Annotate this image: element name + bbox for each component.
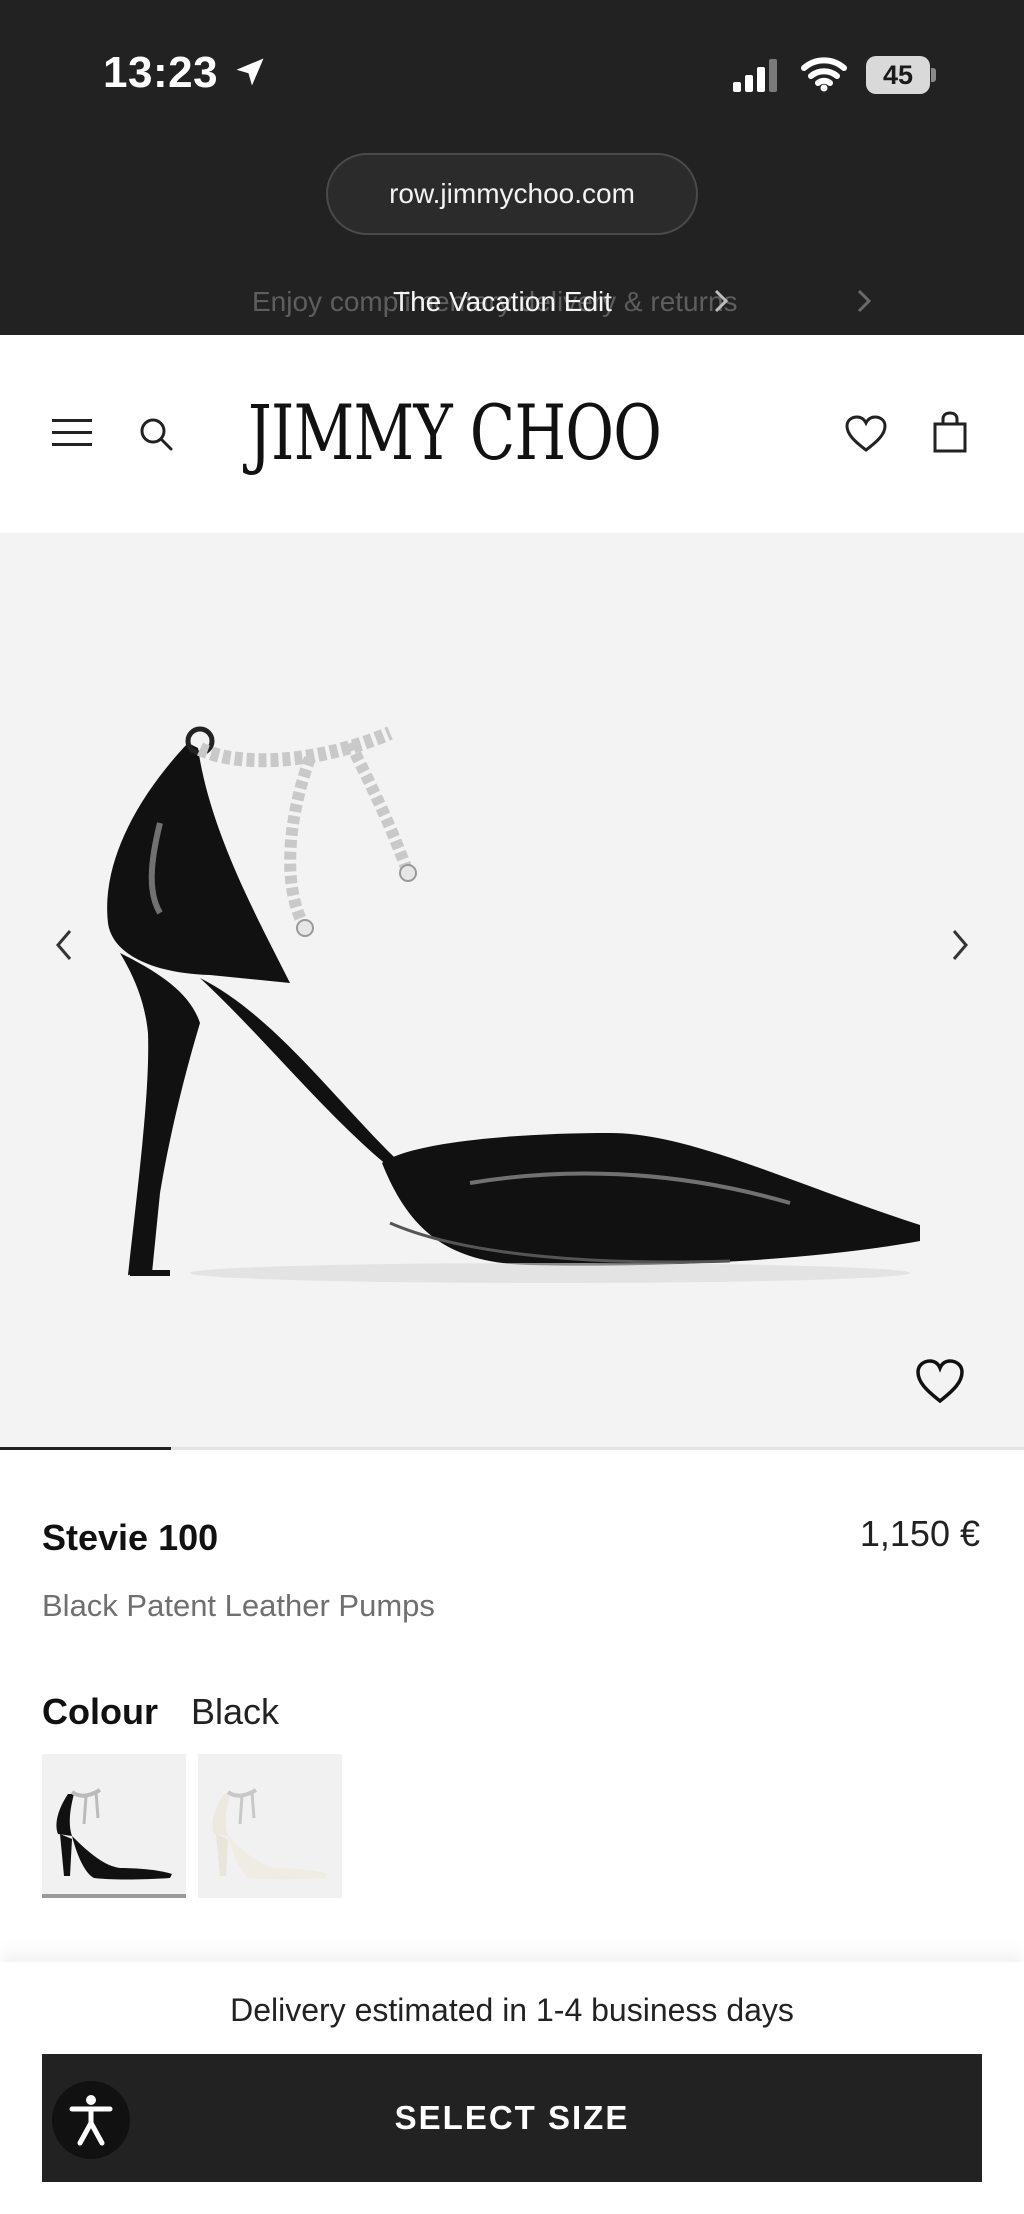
chevron-right-icon — [714, 289, 729, 313]
select-size-label: SELECT SIZE — [394, 2099, 630, 2136]
product-description: Black Patent Leather Pumps — [42, 1588, 435, 1623]
url-text: row.jimmychoo.com — [389, 178, 635, 209]
location-arrow-icon — [236, 58, 264, 86]
product-name: Stevie 100 — [42, 1517, 219, 1558]
product-gallery[interactable] — [0, 533, 1024, 1448]
address-bar[interactable]: row.jimmychoo.com — [326, 153, 698, 235]
product-image — [107, 726, 920, 1283]
bag-icon[interactable] — [930, 410, 970, 454]
battery-indicator: 45 — [866, 56, 936, 94]
gallery-progress — [0, 1447, 1024, 1450]
status-time: 13:23 — [103, 48, 219, 97]
select-size-button[interactable]: SELECT SIZE — [42, 2054, 982, 2182]
chevron-left-icon[interactable] — [52, 925, 76, 965]
signal-icon — [733, 59, 777, 92]
chevron-right-icon — [857, 289, 872, 313]
menu-icon[interactable] — [52, 415, 92, 451]
chevron-right-icon[interactable] — [948, 925, 972, 965]
battery-level: 45 — [882, 60, 914, 90]
delivery-estimate: Delivery estimated in 1-4 business days — [230, 1992, 794, 2028]
promo-banner-text[interactable]: The Vacation Edit — [393, 286, 612, 318]
wifi-icon — [801, 57, 847, 92]
swatch-white[interactable] — [198, 1754, 342, 1898]
accessibility-button[interactable] — [52, 2081, 130, 2159]
battery-tip — [931, 68, 936, 82]
heart-icon[interactable] — [914, 1357, 966, 1405]
swatch-white-image — [212, 1788, 328, 1880]
product-price: 1,150 € — [859, 1513, 980, 1554]
colour-value: Black — [191, 1691, 280, 1732]
search-icon[interactable] — [136, 414, 176, 454]
wishlist-icon[interactable] — [844, 414, 888, 454]
gallery-progress-fill — [0, 1447, 171, 1450]
brand-logo[interactable]: JIMMY CHOO — [248, 388, 662, 478]
swatch-black-image — [56, 1788, 172, 1880]
colour-label: Colour — [42, 1691, 158, 1732]
bottom-action-bar: Delivery estimated in 1-4 business days … — [0, 1962, 1024, 2214]
swatch-black[interactable] — [42, 1754, 186, 1898]
site-header: JIMMY CHOO — [0, 335, 1024, 533]
browser-chrome: 13:23 45 row.jimmychoo.com Enjoy complim… — [0, 0, 1024, 335]
accessibility-icon — [69, 2095, 113, 2146]
